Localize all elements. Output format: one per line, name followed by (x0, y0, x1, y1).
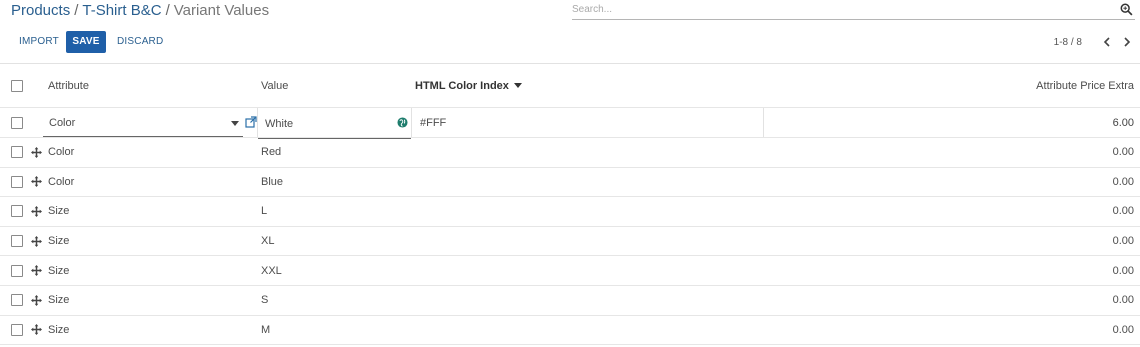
drag-handle-icon[interactable] (31, 197, 42, 226)
cell-attribute: Size (48, 264, 70, 277)
column-header-html-color-index-label: HTML Color Index (415, 79, 509, 92)
row-checkbox-cell (11, 168, 23, 197)
breadcrumb-separator: / (74, 2, 79, 19)
save-button[interactable]: SAVE (66, 31, 106, 53)
chevron-down-icon[interactable] (231, 121, 239, 126)
search-icon[interactable] (1120, 3, 1133, 16)
drag-handle-icon[interactable] (31, 227, 42, 256)
cell-value: Blue (261, 175, 284, 188)
search-input[interactable] (572, 1, 1112, 18)
breadcrumb-products[interactable]: Products (11, 2, 70, 19)
cell-value: XXL (261, 264, 282, 277)
breadcrumb-separator: / (165, 2, 170, 19)
row-checkbox-cell (11, 256, 23, 285)
chevron-right-icon[interactable] (1120, 35, 1134, 49)
column-header-attribute[interactable]: Attribute (48, 64, 89, 107)
row-checkbox[interactable] (11, 205, 23, 218)
select-all-cell (11, 64, 23, 107)
row-checkbox-cell (11, 108, 23, 137)
drag-handle-icon[interactable] (31, 316, 42, 345)
attribute-select-field[interactable]: Color (43, 109, 243, 137)
external-link-icon[interactable] (245, 116, 257, 128)
table-row[interactable]: Color Blue 0.00 (0, 168, 1140, 198)
cell-price-extra: 0.00 (1112, 294, 1134, 307)
cell-attribute: Size (48, 323, 70, 336)
row-checkbox[interactable] (11, 294, 23, 307)
cell-value: M (261, 323, 271, 336)
drag-handle-icon[interactable] (31, 138, 42, 167)
globe-icon[interactable] (397, 117, 408, 128)
row-checkbox[interactable] (11, 264, 23, 277)
drag-handle-icon[interactable] (31, 286, 42, 315)
row-checkbox[interactable] (11, 235, 23, 248)
row-checkbox[interactable] (11, 116, 23, 129)
price-extra-input[interactable]: 6.00 (1113, 108, 1134, 137)
drag-handle-icon[interactable] (31, 168, 42, 197)
cell-price-extra: 0.00 (1112, 146, 1134, 159)
variant-values-table: Attribute Value HTML Color Index Attribu… (0, 63, 1140, 346)
import-button[interactable]: IMPORT (19, 31, 59, 53)
breadcrumb-current: Variant Values (173, 2, 270, 19)
cell-price-extra: 0.00 (1112, 235, 1134, 248)
table-row-editing: Color White #FFF 6.00 (0, 108, 1140, 139)
breadcrumb-tshirt[interactable]: T-Shirt B&C (82, 2, 161, 19)
cell-price-extra: 0.00 (1112, 264, 1134, 277)
attribute-select-value: Color (49, 116, 76, 129)
drag-handle-icon[interactable] (31, 256, 42, 285)
cell-value: XL (261, 235, 275, 248)
cell-price-extra: 0.00 (1112, 205, 1134, 218)
discard-button[interactable]: DISCARD (117, 31, 163, 53)
table-row[interactable]: Size M 0.00 (0, 316, 1140, 346)
cell-value: L (261, 205, 268, 218)
html-color-index-input[interactable]: #FFF (420, 108, 446, 137)
table-row[interactable]: Color Red 0.00 (0, 138, 1140, 168)
cell-attribute: Color (48, 146, 75, 159)
row-checkbox-cell (11, 197, 23, 226)
row-checkbox-cell (11, 316, 23, 345)
row-checkbox[interactable] (11, 175, 23, 188)
column-divider (411, 108, 412, 137)
row-checkbox[interactable] (11, 146, 23, 159)
cell-attribute: Size (48, 235, 70, 248)
pager: 1-8 / 8 (1054, 33, 1134, 51)
pager-value[interactable]: 1-8 / 8 (1054, 37, 1082, 48)
table-row[interactable]: Size XXL 0.00 (0, 256, 1140, 286)
cell-price-extra: 0.00 (1112, 323, 1134, 336)
row-checkbox-cell (11, 138, 23, 167)
row-checkbox[interactable] (11, 323, 23, 336)
row-checkbox-cell (11, 286, 23, 315)
cell-attribute: Size (48, 294, 70, 307)
row-checkbox-cell (11, 227, 23, 256)
cell-attribute: Size (48, 205, 70, 218)
search-bar (572, 1, 1135, 20)
table-row[interactable]: Size S 0.00 (0, 286, 1140, 316)
column-header-value[interactable]: Value (261, 64, 288, 107)
chevron-left-icon[interactable] (1100, 35, 1114, 49)
table-row[interactable]: Size L 0.00 (0, 197, 1140, 227)
column-header-html-color-index[interactable]: HTML Color Index (415, 64, 522, 107)
select-all-checkbox[interactable] (11, 79, 23, 92)
cell-value: Red (261, 146, 282, 159)
breadcrumb: Products / T-Shirt B&C / Variant Values (11, 2, 269, 19)
cell-price-extra: 0.00 (1112, 175, 1134, 188)
column-header-price-extra[interactable]: Attribute Price Extra (1036, 64, 1134, 107)
table-header: Attribute Value HTML Color Index Attribu… (0, 64, 1140, 108)
table-row[interactable]: Size XL 0.00 (0, 227, 1140, 257)
cell-attribute: Color (48, 175, 75, 188)
column-divider (763, 108, 764, 137)
sort-caret-icon (513, 83, 522, 88)
value-input-field[interactable]: White (258, 109, 411, 139)
value-input-text: White (265, 117, 294, 130)
cell-value: S (261, 294, 269, 307)
